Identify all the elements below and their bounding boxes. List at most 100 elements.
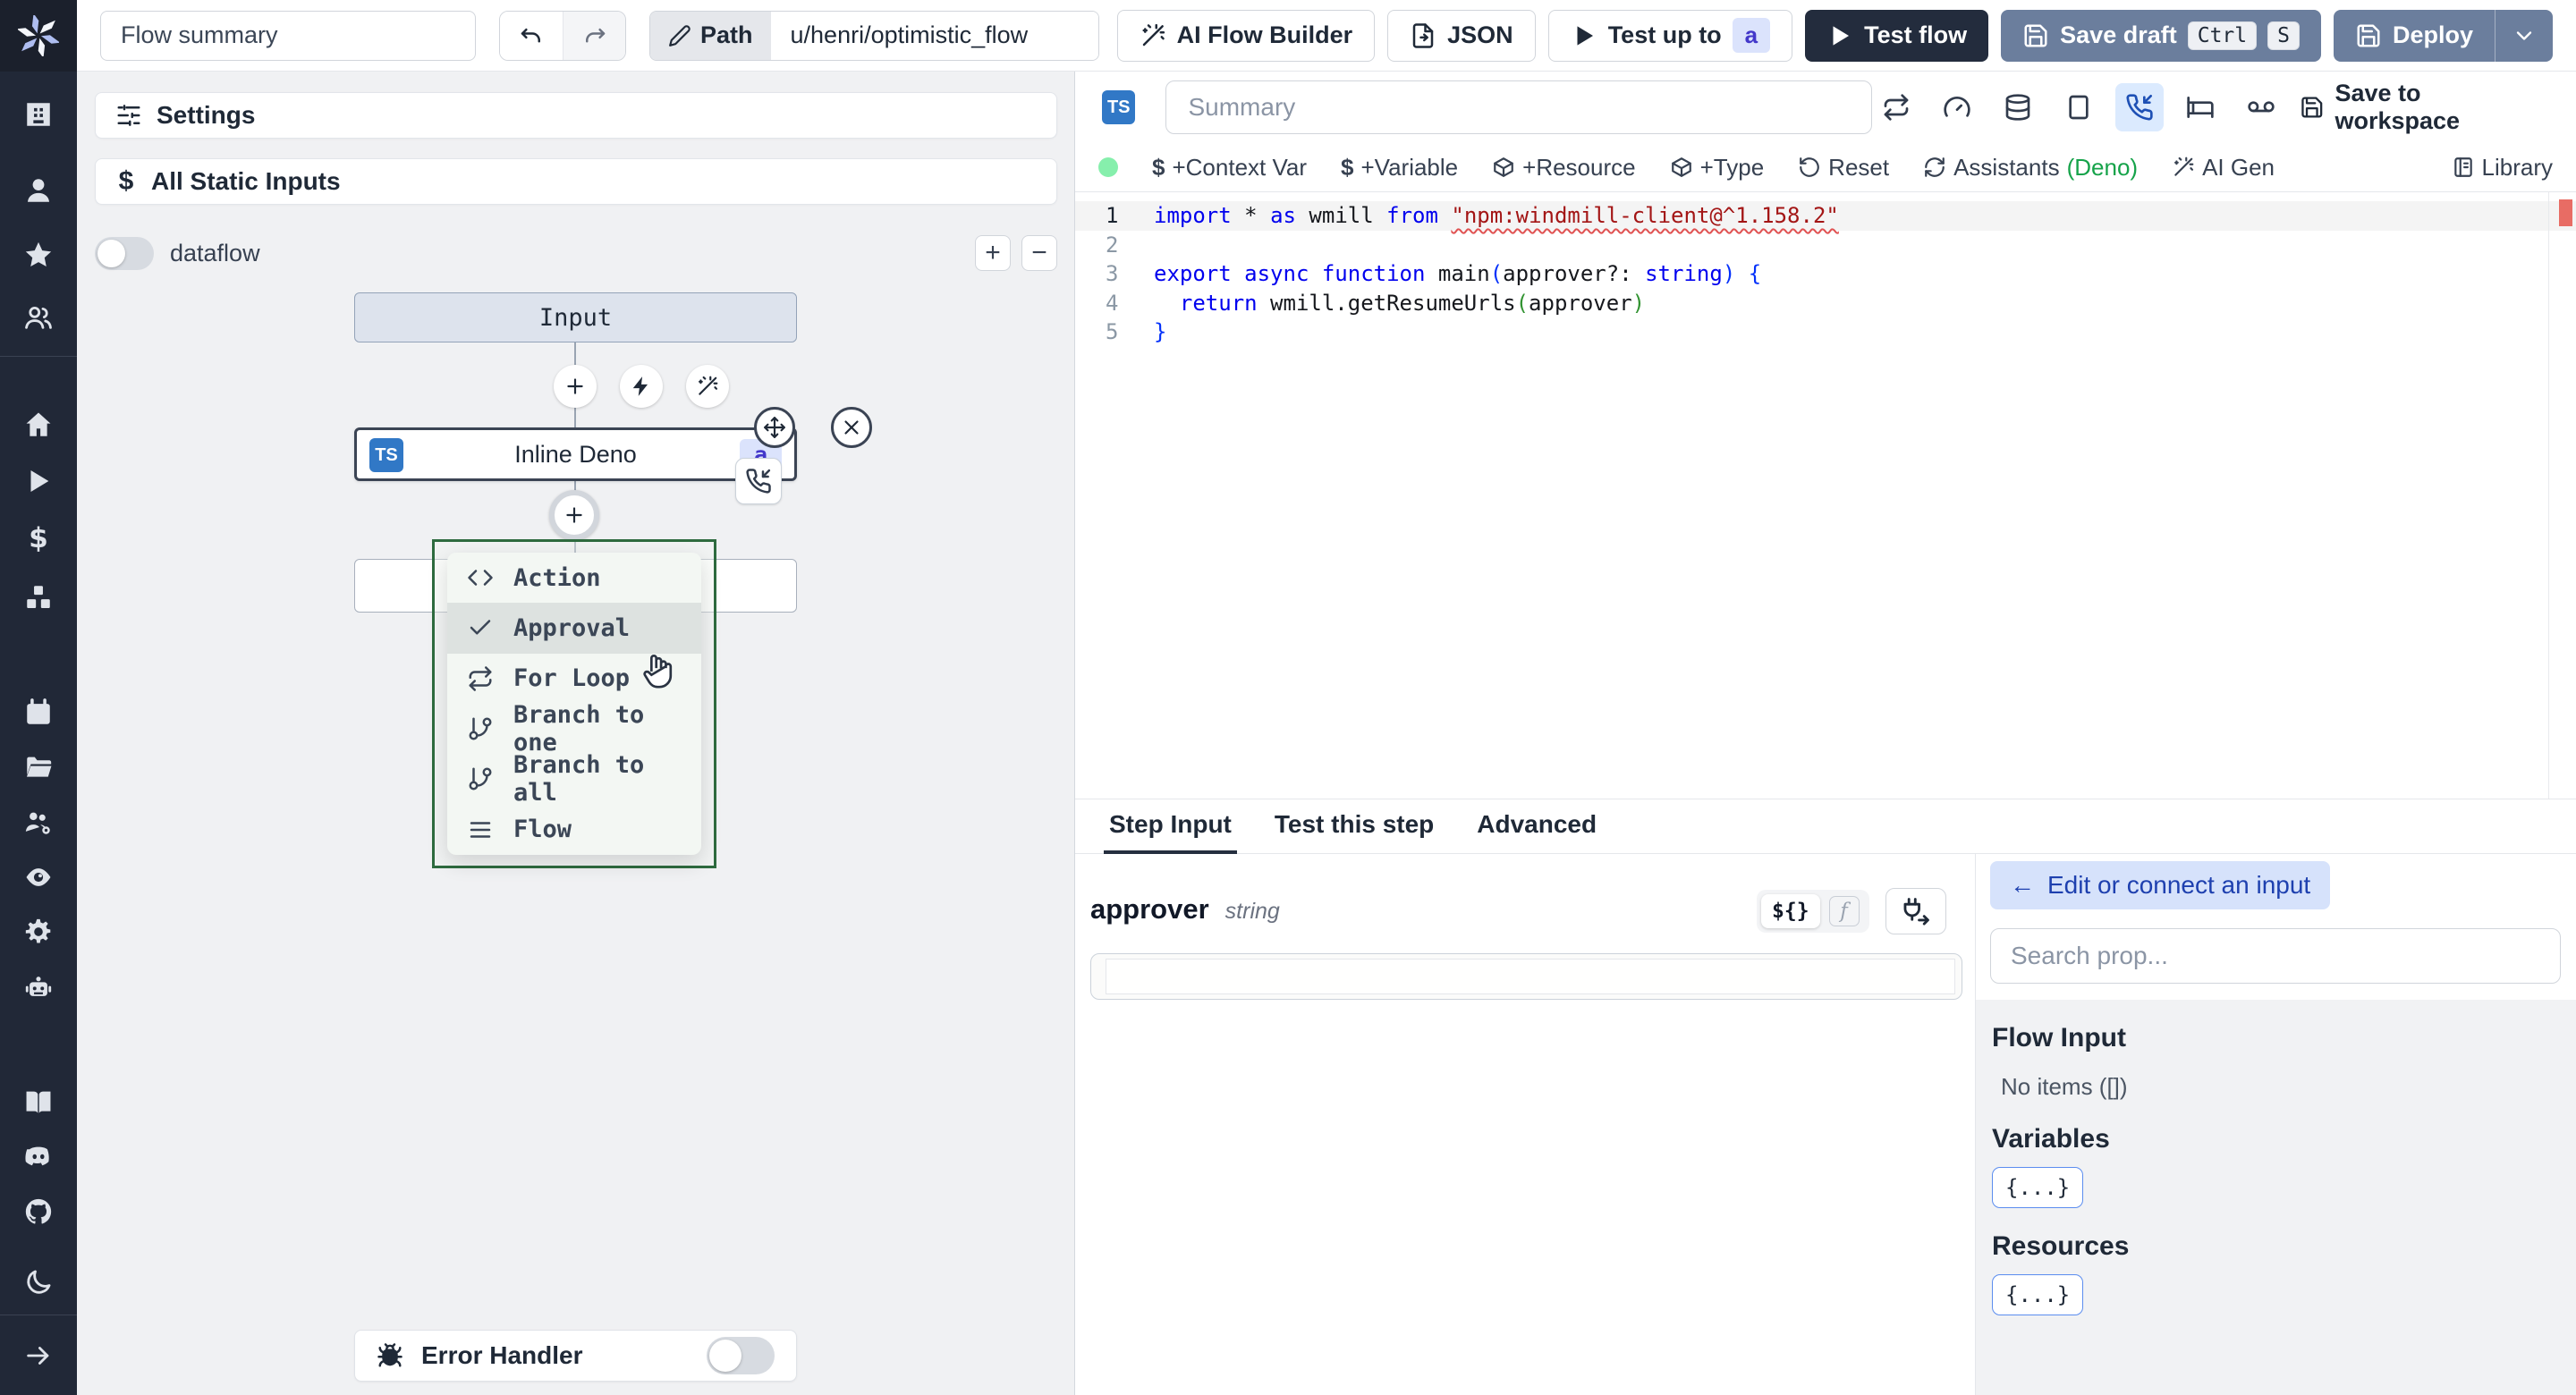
resources-object-badge[interactable]: {...}: [1992, 1274, 2084, 1315]
sleep-button[interactable]: [2176, 83, 2224, 131]
zoom-in-button[interactable]: +: [975, 235, 1011, 271]
flow-settings-row[interactable]: Settings: [95, 92, 1057, 139]
dark-mode-moon-icon[interactable]: [23, 1267, 54, 1298]
windmill-logo[interactable]: [0, 0, 77, 72]
groups-admin-icon[interactable]: [23, 807, 54, 838]
trigger-button[interactable]: [620, 365, 663, 408]
all-static-inputs-row[interactable]: $ All Static Inputs: [95, 158, 1057, 205]
json-button[interactable]: JSON: [1387, 9, 1536, 62]
undo-icon: [518, 22, 545, 49]
connect-input-button[interactable]: [1885, 888, 1946, 934]
zoom-out-button[interactable]: −: [1021, 235, 1057, 271]
deploy-more-button[interactable]: [2495, 9, 2553, 62]
scrollbar-track[interactable]: [2548, 192, 2549, 799]
add-variable-label: +Variable: [1360, 153, 1459, 181]
delete-node-button[interactable]: [831, 407, 872, 448]
search-prop-input[interactable]: [1990, 928, 2561, 984]
wand-icon: [1140, 22, 1166, 49]
users-group-icon[interactable]: [23, 302, 54, 333]
add-context-var-button[interactable]: $ +Context Var: [1152, 154, 1307, 182]
dataflow-toggle[interactable]: [95, 236, 154, 270]
error-handler-row[interactable]: Error Handler: [354, 1330, 797, 1382]
workers-robot-icon[interactable]: [23, 972, 54, 1002]
github-icon[interactable]: [23, 1196, 54, 1227]
docs-book-icon[interactable]: [23, 1086, 54, 1117]
code-line[interactable]: 1 import * as wmill from "npm:windmill-cl…: [1075, 201, 2576, 231]
resources-blocks-icon[interactable]: [23, 582, 54, 613]
test-flow-button[interactable]: Test flow: [1805, 9, 1989, 62]
lightning-icon: [630, 375, 653, 398]
insert-step-button[interactable]: [549, 490, 599, 540]
add-step-button[interactable]: [554, 365, 597, 408]
chevron-down-icon: [2512, 23, 2537, 48]
insert-menu-item-action[interactable]: Action: [447, 553, 701, 603]
variables-object-badge[interactable]: {...}: [1992, 1167, 2084, 1208]
expr-mode-button[interactable]: ${}: [1761, 894, 1820, 928]
deploy-label: Deploy: [2392, 21, 2473, 48]
library-button[interactable]: Library: [2452, 154, 2553, 182]
step-summary-input[interactable]: [1165, 80, 1872, 134]
save-to-workspace-button[interactable]: Save to workspace: [2300, 80, 2549, 135]
move-node-handle[interactable]: [754, 407, 795, 448]
path-button[interactable]: Path: [650, 11, 771, 60]
path-value[interactable]: u/henri/optimistic_flow: [770, 11, 1098, 60]
cursor-hand-icon: [638, 649, 679, 690]
approver-value-editor[interactable]: [1090, 953, 1962, 1000]
add-resource-button[interactable]: +Resource: [1492, 154, 1636, 182]
home-icon[interactable]: [23, 410, 54, 440]
tab-advanced[interactable]: Advanced: [1477, 810, 1597, 853]
audit-eye-icon[interactable]: [23, 862, 54, 892]
variables-dollar-icon[interactable]: $: [23, 523, 54, 554]
add-type-button[interactable]: +Type: [1670, 154, 1764, 182]
retries-button[interactable]: [1872, 83, 1920, 131]
code-line[interactable]: 4 return wmill.getResumeUrls(approver): [1075, 289, 2576, 318]
early-stop-button[interactable]: [1933, 83, 1981, 131]
step-editor-header: TS Save to workspace: [1075, 72, 2576, 143]
deploy-button[interactable]: Deploy: [2334, 10, 2495, 62]
approver-value-area[interactable]: [1106, 959, 1955, 994]
step-node-inline-deno[interactable]: TS Inline Deno a: [354, 427, 797, 481]
insert-menu-item-branch-to-one[interactable]: Branch to one: [447, 701, 701, 757]
insert-menu-item-branch-to-all[interactable]: Branch to all: [447, 751, 701, 807]
settings-gear-icon[interactable]: [23, 917, 54, 947]
code-editor[interactable]: 1 import * as wmill from "npm:windmill-cl…: [1075, 192, 2576, 799]
ai-suggest-button[interactable]: [686, 365, 729, 408]
concurrency-button[interactable]: [2055, 83, 2103, 131]
tab-step-input[interactable]: Step Input: [1104, 810, 1237, 855]
suspend-approval-button[interactable]: [2114, 83, 2164, 131]
add-variable-button[interactable]: $ +Variable: [1341, 154, 1458, 182]
insert-menu-item-approval[interactable]: Approval: [447, 603, 701, 654]
code-line[interactable]: 3 export async function main(approver?: s…: [1075, 259, 2576, 289]
runs-play-icon[interactable]: [23, 466, 54, 496]
edit-or-connect-button[interactable]: ← Edit or connect an input: [1990, 861, 2331, 909]
schedules-calendar-icon[interactable]: [23, 698, 54, 728]
bed-icon: [2186, 93, 2215, 122]
user-icon[interactable]: [23, 175, 54, 206]
favorites-star-icon[interactable]: [23, 240, 54, 270]
code-line[interactable]: 2: [1075, 231, 2576, 260]
ai-flow-builder-button[interactable]: AI Flow Builder: [1116, 9, 1376, 62]
cache-button[interactable]: [1994, 83, 2042, 131]
redo-button[interactable]: [563, 11, 625, 60]
line-number: 2: [1106, 232, 1119, 258]
workspace-icon[interactable]: [23, 99, 54, 130]
tab-test-this-step[interactable]: Test this step: [1275, 810, 1434, 853]
input-node[interactable]: Input: [354, 292, 797, 342]
save-draft-button[interactable]: Save draft Ctrl S: [2001, 9, 2321, 62]
ai-gen-button[interactable]: AI Gen: [2172, 154, 2275, 182]
suspend-approval-badge[interactable]: [735, 458, 782, 504]
error-handler-toggle[interactable]: [707, 1337, 775, 1374]
discord-icon[interactable]: [23, 1141, 54, 1171]
mock-button[interactable]: [2237, 83, 2285, 131]
sliders-icon: [115, 102, 142, 129]
insert-menu-item-flow[interactable]: Flow: [447, 804, 701, 854]
flow-summary-input[interactable]: [100, 10, 476, 61]
expand-arrow-icon[interactable]: [23, 1340, 54, 1371]
undo-button[interactable]: [500, 11, 563, 60]
test-up-to-button[interactable]: Test up to a: [1547, 9, 1793, 62]
assistants-button[interactable]: Assistants (Deno): [1923, 154, 2138, 182]
folders-icon[interactable]: [23, 752, 54, 782]
fn-mode-button[interactable]: f: [1828, 896, 1860, 926]
code-line[interactable]: 5}: [1075, 317, 2576, 347]
reset-button[interactable]: Reset: [1798, 154, 1889, 182]
